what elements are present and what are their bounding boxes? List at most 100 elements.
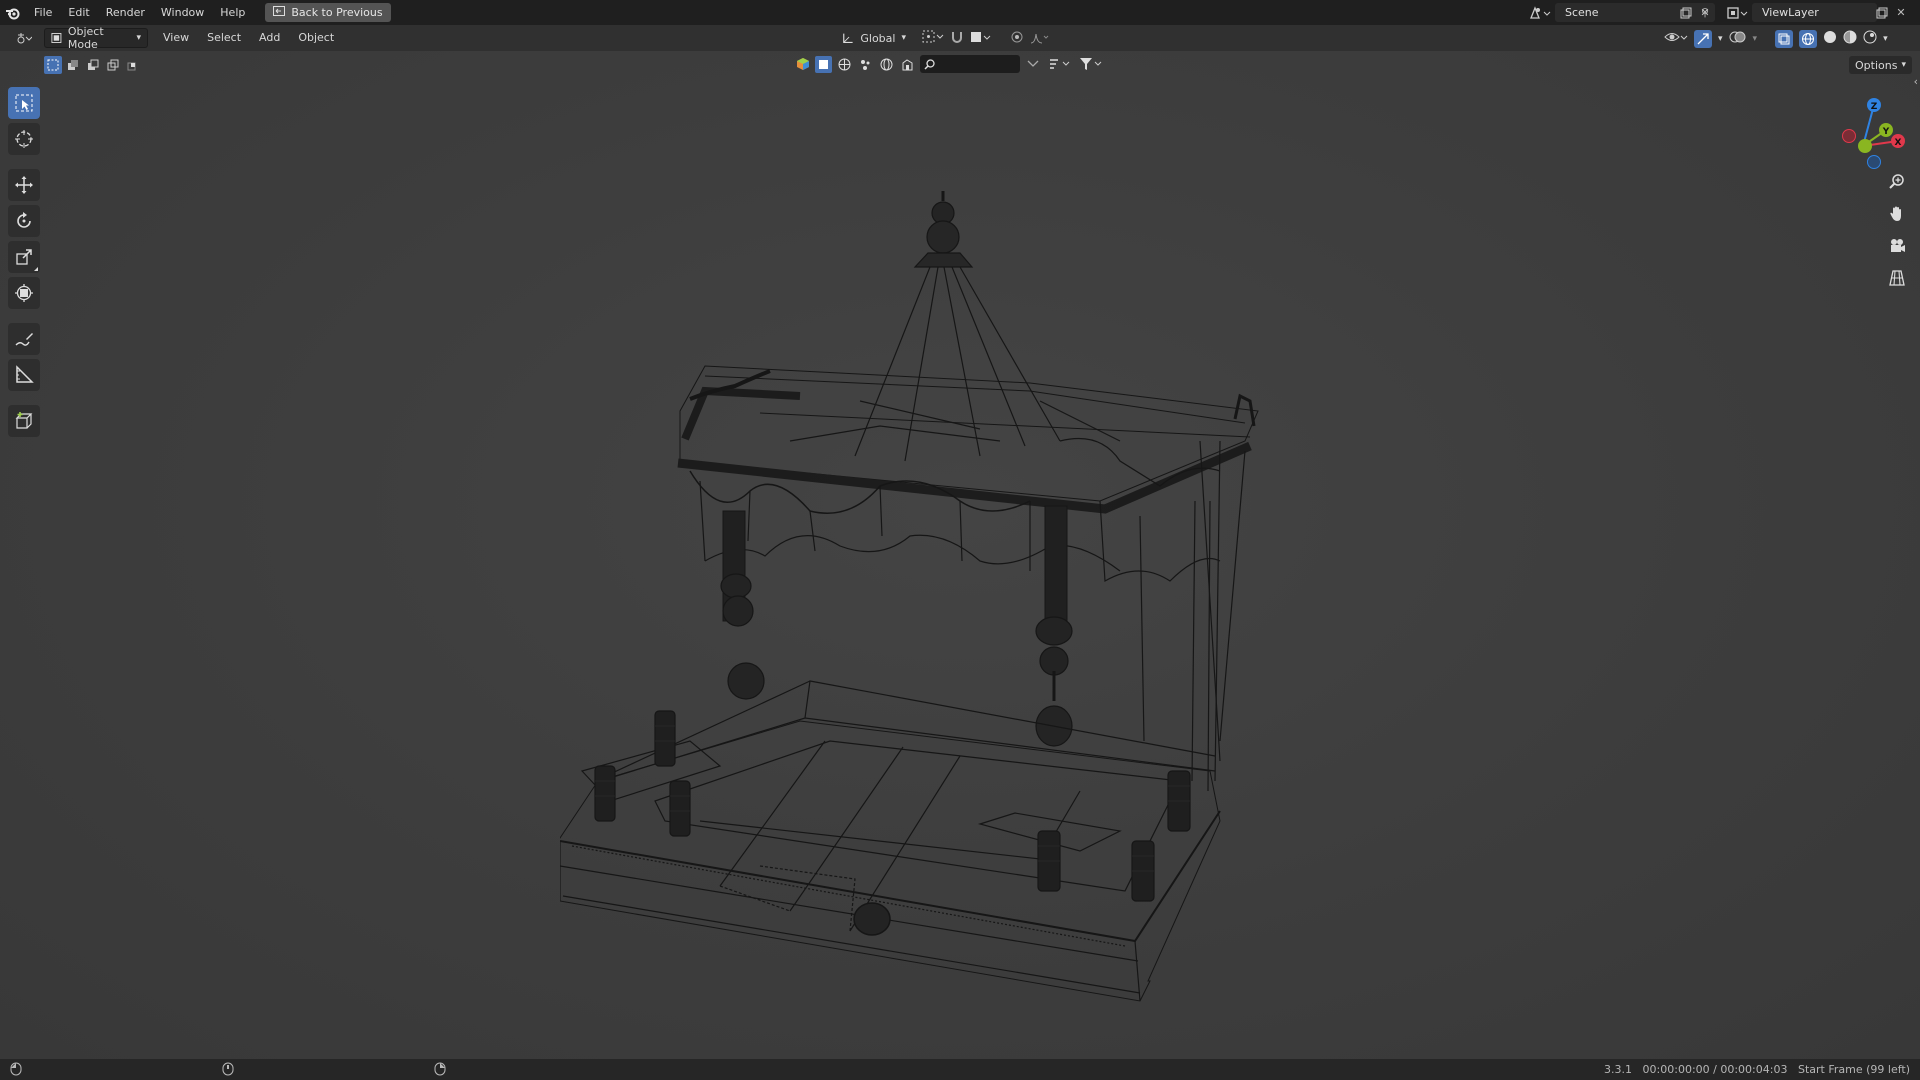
gizmo-z-label: Z [1871, 102, 1878, 112]
status-info: 3.3.1 00:00:00:00 / 00:00:04:03 Start Fr… [1604, 1059, 1910, 1080]
add-cube-icon[interactable] [8, 405, 40, 437]
tool-shelf [8, 87, 40, 437]
viewlayer-browse-button[interactable] [1723, 3, 1751, 22]
gizmo-y-label: Y [1882, 127, 1890, 137]
select-extend-icon[interactable] [64, 56, 82, 74]
menu-window[interactable]: Window [153, 0, 212, 25]
chevron-down-icon: ▾ [136, 33, 141, 43]
orientation-icon [843, 33, 853, 43]
object-mode-dropdown[interactable]: Object Mode ▾ [44, 25, 148, 51]
grid-icon[interactable] [1884, 265, 1910, 291]
object-mode-icon [51, 33, 62, 43]
frame-info: Start Frame (99 left) [1797, 1063, 1910, 1076]
annotate-icon[interactable] [8, 323, 40, 355]
overlays-icon[interactable] [1729, 29, 1747, 48]
select-invert-icon[interactable] [104, 56, 122, 74]
viewport-search-input[interactable] [920, 55, 1020, 73]
status-bar: 3.3.1 00:00:00:00 / 00:00:04:03 Start Fr… [0, 1059, 1920, 1080]
menu-object[interactable]: Object [289, 25, 343, 51]
zoom-icon[interactable] [1884, 169, 1910, 195]
chevron-down-icon[interactable]: ▾ [1883, 34, 1888, 44]
collection-color-icon[interactable] [794, 56, 811, 73]
options-label: Options [1855, 58, 1898, 72]
viewport-filter-bar [794, 55, 1104, 73]
navigation-buttons [1884, 169, 1910, 291]
transform-icon[interactable] [8, 277, 40, 309]
filter-toggle-icon[interactable] [1024, 56, 1044, 73]
search-icon [924, 58, 935, 70]
temple-wireframe-model[interactable] [560, 141, 1260, 1021]
mesh-filter-icon[interactable] [836, 56, 853, 73]
menu-select[interactable]: Select [198, 25, 250, 51]
blender-version: 3.3.1 [1604, 1063, 1633, 1076]
falloff-icon[interactable] [1030, 30, 1050, 47]
solid-shading-icon[interactable] [1823, 30, 1837, 47]
delete-scene-icon[interactable]: ✕ [1696, 3, 1714, 22]
gizmo-x-label: X [1895, 138, 1902, 148]
snap-icon[interactable] [950, 30, 964, 47]
menu-file[interactable]: File [26, 0, 60, 25]
scale-icon[interactable] [8, 241, 40, 273]
menu-render[interactable]: Render [98, 0, 153, 25]
mouse-left-icon [10, 1062, 22, 1079]
transform-orientation-dropdown[interactable]: Global ▾ [836, 28, 912, 48]
select-new-icon[interactable] [44, 56, 62, 74]
chevron-down-icon[interactable]: ▾ [1753, 34, 1758, 44]
wireframe-shading-icon[interactable] [1799, 29, 1818, 48]
object-filter-icon[interactable] [815, 55, 832, 73]
orientation-label: Global [860, 31, 896, 45]
menu-edit[interactable]: Edit [60, 0, 97, 25]
sort-icon[interactable] [1048, 56, 1074, 73]
xray-toggle-icon[interactable] [1775, 29, 1794, 48]
particles-filter-icon[interactable] [857, 56, 874, 73]
menu-add[interactable]: Add [250, 25, 289, 51]
snap-target-icon[interactable] [970, 30, 992, 47]
timecode: 00:00:00:00 / 00:00:04:03 [1642, 1063, 1788, 1076]
pan-hand-icon[interactable] [1884, 201, 1910, 227]
chevron-down-icon: ▾ [1901, 60, 1906, 70]
visibility-icon[interactable] [1664, 29, 1688, 48]
back-to-previous-label: Back to Previous [291, 6, 383, 19]
gizmo-toggle-icon[interactable] [1694, 29, 1712, 48]
sidebar-toggle-icon[interactable]: ‹ [1914, 75, 1918, 88]
chevron-down-icon: ▾ [901, 33, 906, 43]
menu-view[interactable]: View [154, 25, 198, 51]
rendered-shading-icon[interactable] [1863, 30, 1877, 47]
blender-logo-icon[interactable] [0, 0, 26, 25]
light-filter-icon[interactable] [899, 56, 916, 73]
menu-help[interactable]: Help [212, 0, 253, 25]
scene-browse-button[interactable] [1526, 3, 1554, 22]
mouse-middle-icon [222, 1062, 234, 1079]
delete-viewlayer-icon[interactable]: ✕ [1892, 3, 1910, 22]
chevron-down-icon[interactable]: ▾ [1718, 34, 1723, 44]
camera-icon[interactable] [1884, 233, 1910, 259]
mouse-right-icon [434, 1062, 446, 1079]
pivot-point-icon[interactable] [922, 29, 944, 48]
navigation-gizmo[interactable]: Z Y X [1830, 85, 1906, 169]
viewlayer-name: ViewLayer [1762, 6, 1819, 19]
cursor-icon[interactable] [8, 123, 40, 155]
material-shading-icon[interactable] [1843, 30, 1857, 47]
filter-funnel-icon[interactable] [1078, 56, 1104, 73]
select-subtract-icon[interactable] [84, 56, 102, 74]
back-to-previous-button[interactable]: Back to Previous [265, 3, 391, 22]
move-icon[interactable] [8, 169, 40, 201]
select-box-icon[interactable] [8, 87, 40, 119]
viewlayer-name-field[interactable]: ViewLayer [1752, 3, 1877, 22]
viewport-header: Object Mode ▾ View Select Add Object Glo… [0, 25, 1920, 51]
options-dropdown[interactable]: Options ▾ [1849, 56, 1912, 74]
editor-type-icon [17, 33, 32, 44]
selection-mode-group [44, 56, 142, 74]
scene-name: Scene [1565, 6, 1599, 19]
top-bar: File Edit Render Window Help Back to Pre… [0, 0, 1920, 25]
proportional-edit-icon[interactable] [1010, 30, 1024, 47]
3d-viewport[interactable]: Options ▾ ‹ Z Y X [0, 51, 1920, 1059]
new-scene-icon[interactable] [1677, 3, 1695, 22]
new-viewlayer-icon[interactable] [1873, 3, 1891, 22]
rotate-icon[interactable] [8, 205, 40, 237]
world-filter-icon[interactable] [878, 56, 895, 73]
editor-type-button[interactable] [10, 28, 38, 48]
select-intersect-icon[interactable] [124, 56, 142, 74]
back-screen-icon [273, 6, 286, 19]
measure-icon[interactable] [8, 359, 40, 391]
